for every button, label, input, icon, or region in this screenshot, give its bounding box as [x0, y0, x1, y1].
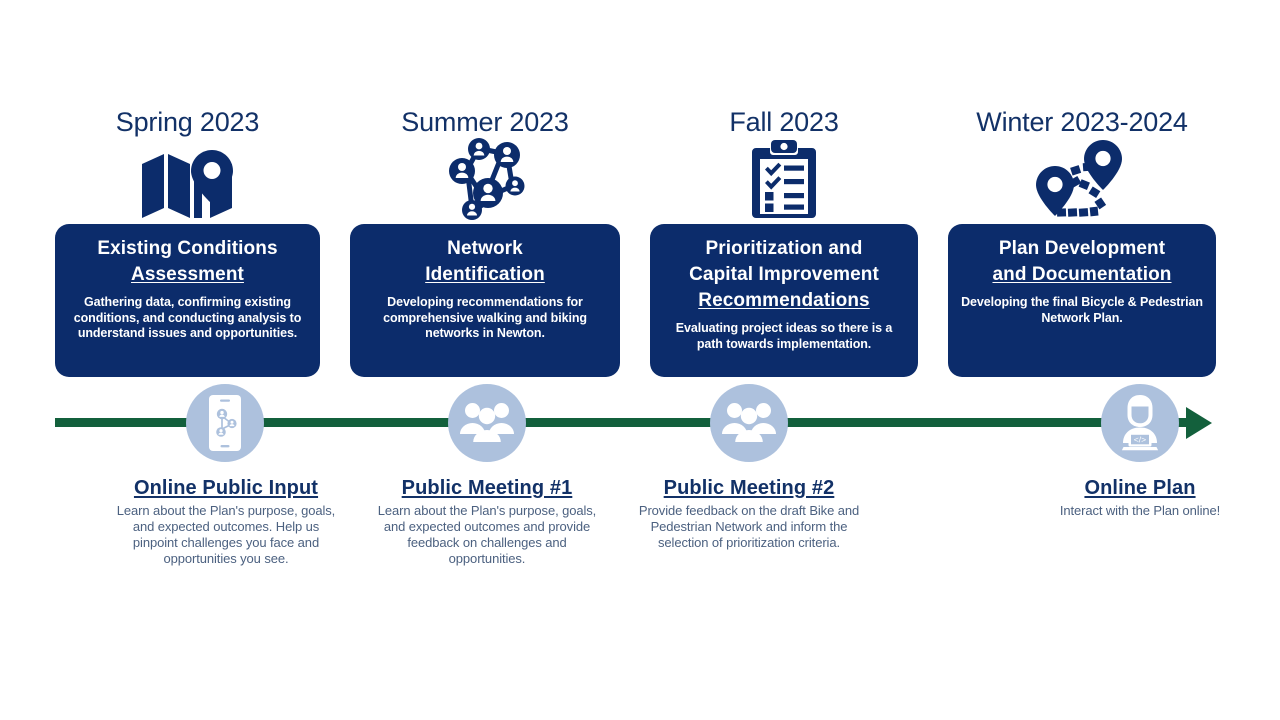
milestone-body: Learn about the Plan's purpose, goals, a…: [377, 503, 597, 566]
season-heading-summer: Summer 2023: [401, 107, 569, 137]
milestone-circle-online-plan: </>: [1101, 384, 1179, 462]
milestone-title[interactable]: Online Public Input: [112, 476, 340, 500]
phase-card-title-line1: Plan Development: [998, 238, 1166, 259]
milestone-body: Learn about the Plan's purpose, goals, a…: [116, 503, 336, 566]
timeline-infographic: Spring 2023 Summer 2023 Fall 2023 Winter…: [0, 0, 1280, 720]
milestone-circle-public-meeting-2: [710, 384, 788, 462]
milestone-title[interactable]: Public Meeting #2: [638, 476, 860, 500]
season-heading-fall: Fall 2023: [729, 107, 839, 137]
milestone-public-meeting-2: Public Meeting #2 Provide feedback on th…: [638, 476, 860, 551]
group-of-people-icon: [722, 403, 776, 442]
milestone-circle-online-public-input: [186, 384, 264, 462]
phase-card-winter: Plan Development and Documentation Devel…: [948, 224, 1216, 377]
phase-card-title-line2: Recommendations: [698, 290, 870, 311]
people-network-icon: [350, 138, 620, 222]
phase-card-title-line2: Assessment: [131, 264, 244, 285]
milestone-online-plan: Online Plan Interact with the Plan onlin…: [1045, 476, 1235, 519]
person-at-laptop-icon: </>: [1121, 395, 1159, 451]
route-map-pins-icon: [948, 138, 1216, 222]
phase-card-body: Evaluating project ideas so there is a p…: [675, 321, 893, 351]
milestone-online-public-input: Online Public Input Learn about the Plan…: [112, 476, 340, 567]
phase-card-title: Network Identification: [425, 236, 545, 288]
phase-card-body: Developing recommendations for comprehen…: [383, 295, 587, 340]
phase-card-summer: Network Identification Developing recomm…: [350, 224, 620, 377]
season-heading-winter: Winter 2023-2024: [976, 107, 1188, 137]
phase-card-body: Gathering data, confirming existing cond…: [73, 295, 302, 340]
milestone-title[interactable]: Public Meeting #1: [376, 476, 598, 500]
folded-map-with-pin-icon: [55, 140, 320, 220]
clipboard-checklist-icon: [650, 138, 918, 222]
milestone-circle-public-meeting-1: [448, 384, 526, 462]
phase-card-body: Developing the final Bicycle & Pedestria…: [961, 295, 1203, 325]
phase-card-fall: Prioritization and Capital Improvement R…: [650, 224, 918, 377]
phase-card-title-line1: Prioritization and: [705, 238, 863, 259]
milestone-public-meeting-1: Public Meeting #1 Learn about the Plan's…: [376, 476, 598, 567]
season-heading-spring: Spring 2023: [115, 107, 260, 137]
phase-card-title: Existing Conditions Assessment: [97, 236, 277, 288]
phase-card-title-line1b: Capital Improvement: [689, 264, 879, 285]
phase-card-spring: Existing Conditions Assessment Gathering…: [55, 224, 320, 377]
mobile-phone-network-icon: [209, 395, 241, 451]
phase-card-title-line1: Network: [447, 238, 523, 259]
svg-text:</>: </>: [1134, 434, 1146, 444]
phase-card-title: Plan Development and Documentation: [992, 236, 1171, 288]
phase-card-title-line1: Existing Conditions: [97, 238, 278, 259]
phase-card-title: Prioritization and Capital Improvement R…: [689, 236, 879, 314]
milestone-body: Interact with the Plan online!: [1059, 503, 1221, 518]
phase-card-title-line2: and Documentation: [992, 264, 1172, 285]
group-of-people-icon: [460, 403, 514, 442]
phase-card-title-line2: Identification: [425, 264, 545, 285]
milestone-title[interactable]: Online Plan: [1045, 476, 1235, 500]
milestone-body: Provide feedback on the draft Bike and P…: [638, 503, 860, 550]
timeline-arrow-head-icon: [1186, 407, 1212, 439]
